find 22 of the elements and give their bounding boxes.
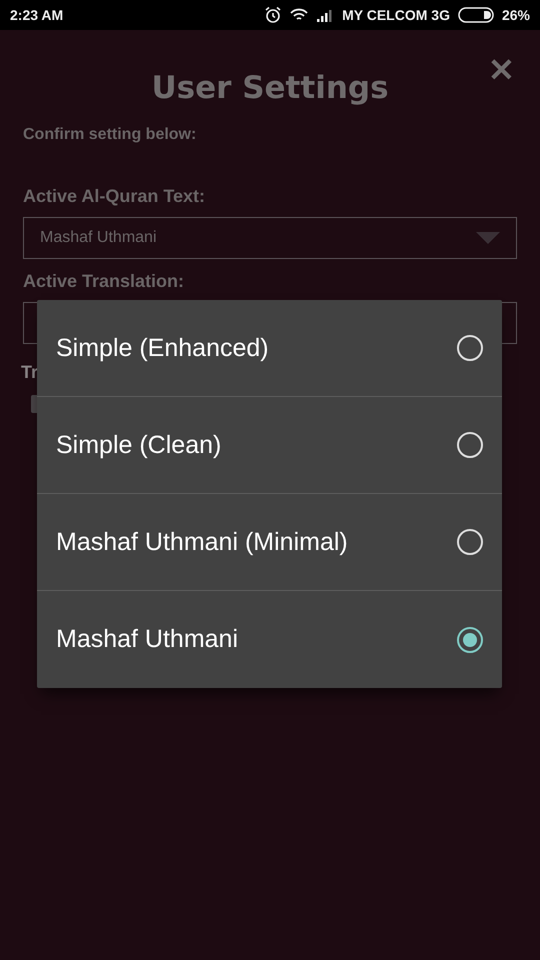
dropdown-arrow-icon	[476, 232, 500, 244]
battery-icon	[458, 7, 494, 23]
option-item[interactable]: Mashaf Uthmani (Minimal)	[37, 494, 502, 591]
radio-button[interactable]	[457, 529, 483, 555]
radio-button[interactable]	[457, 335, 483, 361]
wifi-icon	[290, 8, 308, 22]
option-item[interactable]: Simple (Enhanced)	[37, 300, 502, 397]
radio-button[interactable]	[457, 626, 483, 652]
page-title: User Settings	[151, 70, 389, 106]
alarm-icon	[264, 6, 282, 24]
battery-text: 26%	[502, 7, 530, 23]
option-item[interactable]: Simple (Clean)	[37, 397, 502, 494]
option-item[interactable]: Mashaf Uthmani	[37, 591, 502, 688]
field-label: Active Al-Quran Text:	[23, 186, 206, 207]
radio-button[interactable]	[457, 432, 483, 458]
close-button[interactable]: ✕	[488, 54, 515, 86]
field-label: Active Translation:	[23, 271, 186, 292]
signal-icon	[316, 8, 334, 22]
section-label: Tr	[21, 362, 38, 383]
clock-text: 2:23 AM	[10, 7, 64, 23]
carrier-text: MY CELCOM 3G	[342, 7, 450, 23]
instruction-text: Confirm setting below:	[23, 126, 198, 144]
